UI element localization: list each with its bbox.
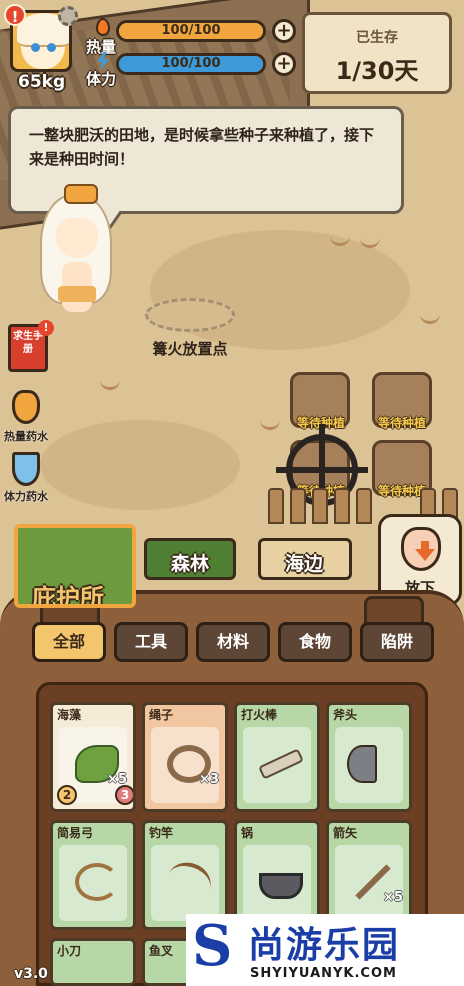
grass-tuft (100, 380, 120, 390)
item-badge-right: 3 (115, 785, 133, 805)
item-card-bow[interactable]: 简易弓 (50, 820, 136, 930)
item-name: 海藻 (57, 708, 82, 722)
campfire-label: 篝火放置点 (152, 340, 228, 358)
fence-post (268, 488, 284, 524)
character-skirt (58, 286, 96, 302)
item-name: 简易弓 (57, 826, 94, 840)
location-label-shelter: 庇护所 (32, 584, 104, 608)
item-name: 小刀 (57, 944, 82, 958)
heat-potion-icon[interactable] (12, 390, 40, 424)
add-stamina-button[interactable]: + (272, 52, 296, 76)
tab-food[interactable]: 食物 (278, 622, 352, 662)
pot-icon (259, 873, 303, 899)
dialog-text: 一整块肥沃的田地，是时候拿些种子来种植了，接下来是种田时间！ (29, 126, 375, 168)
stamina-potion-label: 体力药水 (4, 490, 48, 503)
location-tab-forest[interactable]: 森林 (144, 538, 236, 580)
stamina-potion-icon[interactable] (12, 452, 40, 486)
fence-post (312, 488, 328, 524)
item-card-knife[interactable]: 小刀 (50, 938, 136, 986)
tab-all[interactable]: 全部 (32, 622, 106, 662)
item-name: 绳子 (149, 708, 174, 722)
avatar-eye (47, 43, 56, 52)
gear-icon[interactable] (58, 6, 78, 26)
watermark-logo: S (192, 913, 233, 979)
heat-potion-label: 热量药水 (4, 430, 48, 443)
heat-value: 100/100 (161, 23, 221, 38)
stamina-value: 100/100 (161, 56, 221, 71)
item-quantity: ×5 (383, 890, 403, 905)
item-name: 锅 (241, 826, 254, 840)
survival-title: 已生存 (356, 30, 398, 46)
item-name: 箭矢 (333, 826, 358, 840)
avatar-eye (31, 43, 40, 52)
location-tab-beach[interactable]: 海边 (258, 538, 352, 580)
survival-days: 1/30天 (335, 57, 419, 85)
dirt-patch (40, 420, 240, 510)
tab-traps[interactable]: 陷阱 (360, 622, 434, 662)
manual-alert-badge: ! (38, 320, 54, 336)
fence-post (356, 488, 372, 524)
dirt-patch (150, 230, 410, 350)
flame-icon (96, 18, 110, 36)
item-name: 钓竿 (149, 826, 174, 840)
alert-badge: ! (4, 4, 26, 26)
item-name: 斧头 (333, 708, 358, 722)
add-heat-button[interactable]: + (272, 19, 296, 43)
watermark-title: 尚游乐园 (248, 925, 401, 966)
item-card-fire-drill[interactable]: 打火棒 (234, 702, 320, 812)
survival-panel: 已生存 1/30天 (302, 12, 452, 94)
item-name: 打火棒 (241, 708, 278, 722)
grass-tuft (260, 420, 280, 430)
watermark-subtitle: SHYIYUANYK.COM (250, 966, 397, 981)
heat-label: 热量 (86, 38, 117, 56)
grass-tuft (420, 314, 440, 324)
item-name: 鱼叉 (149, 944, 174, 958)
item-badge-left: 2 (57, 785, 77, 805)
axe-icon (347, 745, 377, 783)
item-quantity: ×3 (199, 772, 219, 787)
fence-post (334, 488, 350, 524)
heat-bar: 100/100 (116, 20, 266, 42)
watermark: S 尚游乐园 SHYIYUANYK.COM (186, 914, 464, 986)
player-character[interactable] (34, 180, 124, 330)
farm-plot-status: 等待种植 (377, 416, 426, 430)
bow-icon (75, 863, 119, 901)
location-tab-shelter[interactable]: 庇护所 (14, 524, 136, 608)
character-face (56, 218, 98, 258)
player-weight: 65kg (18, 72, 66, 92)
tab-tools[interactable]: 工具 (114, 622, 188, 662)
campfire-placement-spot[interactable] (145, 298, 235, 332)
stamina-bar: 100/100 (116, 53, 266, 75)
item-card-seaweed[interactable]: 海藻 ×5 2 3 (50, 702, 136, 812)
fence-post (290, 488, 306, 524)
item-card-rope[interactable]: 绳子 ×3 (142, 702, 228, 812)
version-label: v3.0 (14, 966, 48, 982)
location-label-beach: 海边 (285, 553, 324, 575)
character-bow (64, 184, 98, 204)
item-card-axe[interactable]: 斧头 (326, 702, 412, 812)
tab-materials[interactable]: 材料 (196, 622, 270, 662)
location-label-forest: 森林 (171, 553, 210, 575)
stamina-label: 体力 (86, 70, 117, 88)
